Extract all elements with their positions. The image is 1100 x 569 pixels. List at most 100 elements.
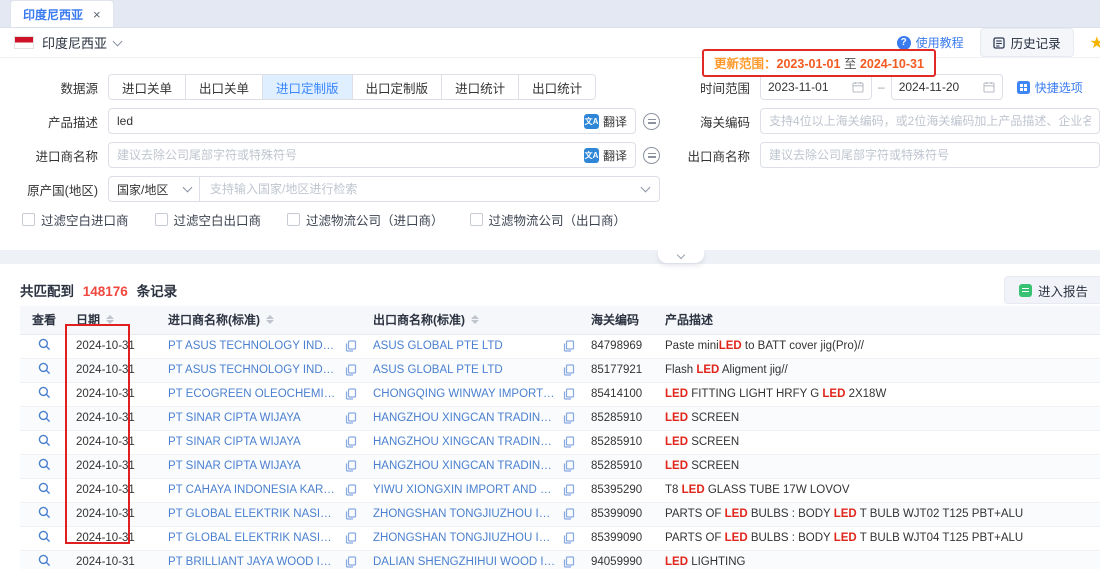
- column-header-3[interactable]: 出口商名称(标准): [365, 306, 583, 334]
- datasource-tab-4[interactable]: 进口统计: [442, 75, 519, 99]
- filter-checkbox-1[interactable]: 过滤空白出口商: [155, 210, 262, 229]
- copy-icon[interactable]: [563, 412, 575, 424]
- origin-search-input[interactable]: [210, 182, 642, 196]
- exporter-link[interactable]: ZHONGSHAN TONGJIUZHOU INTERNA...: [373, 532, 557, 544]
- view-cell[interactable]: [20, 454, 68, 478]
- filter-checkbox-3[interactable]: 过滤物流公司（出口商）: [470, 210, 627, 229]
- favorite-icon[interactable]: ★: [1090, 33, 1100, 53]
- close-icon[interactable]: ×: [93, 8, 101, 21]
- copy-icon[interactable]: [563, 508, 575, 520]
- exporter-link[interactable]: ASUS GLOBAL PTE LTD: [373, 340, 557, 352]
- exporter-link[interactable]: ASUS GLOBAL PTE LTD: [373, 364, 557, 376]
- copy-icon[interactable]: [563, 364, 575, 376]
- sort-icon[interactable]: [106, 315, 114, 324]
- translate-button[interactable]: 文A 翻译: [584, 113, 627, 130]
- importer-link[interactable]: PT ASUS TECHNOLOGY INDONESIA BA...: [168, 364, 339, 376]
- column-header-2[interactable]: 进口商名称(标准): [160, 306, 365, 334]
- view-cell[interactable]: [20, 526, 68, 550]
- importer-link[interactable]: PT SINAR CIPTA WIJAYA: [168, 412, 339, 424]
- origin-type-select[interactable]: 国家/地区: [108, 176, 200, 202]
- copy-icon[interactable]: [345, 388, 357, 400]
- translate-button[interactable]: 文A 翻译: [584, 147, 627, 164]
- copy-icon[interactable]: [345, 412, 357, 424]
- view-cell[interactable]: [20, 502, 68, 526]
- copy-icon[interactable]: [563, 484, 575, 496]
- quick-options-button[interactable]: 快捷选项: [1017, 79, 1083, 96]
- importer-link[interactable]: PT GLOBAL ELEKTRIK NASIONAL: [168, 532, 339, 544]
- datasource-tab-2[interactable]: 进口定制版: [263, 75, 353, 99]
- view-cell[interactable]: [20, 430, 68, 454]
- hs-code-input[interactable]: [769, 114, 1091, 128]
- datasource-tab-1[interactable]: 出口关单: [186, 75, 263, 99]
- importer-link[interactable]: PT BRILLIANT JAYA WOOD INDUSTRY: [168, 556, 339, 568]
- history-button[interactable]: 历史记录: [980, 28, 1074, 57]
- importer-link[interactable]: PT SINAR CIPTA WIJAYA: [168, 460, 339, 472]
- copy-icon[interactable]: [563, 460, 575, 472]
- copy-icon[interactable]: [563, 388, 575, 400]
- checkbox-icon[interactable]: [287, 213, 300, 226]
- copy-icon[interactable]: [345, 436, 357, 448]
- exporter-link[interactable]: DALIAN SHENGZHIHUI WOOD INDUST...: [373, 556, 557, 568]
- checkbox-icon[interactable]: [155, 213, 168, 226]
- date-to-input[interactable]: 2024-11-20: [891, 74, 1003, 100]
- exporter-link[interactable]: HANGZHOU XINGCAN TRADING CO LTD: [373, 412, 557, 424]
- date-from-input[interactable]: 2023-11-01: [760, 74, 872, 100]
- product-desc-input[interactable]: [117, 114, 584, 128]
- collapse-panel-tab[interactable]: [658, 250, 704, 263]
- datasource-tab-3[interactable]: 出口定制版: [353, 75, 443, 99]
- filter-checkbox-2[interactable]: 过滤物流公司（进口商）: [287, 210, 444, 229]
- sort-icon[interactable]: [471, 315, 479, 324]
- copy-icon[interactable]: [345, 340, 357, 352]
- copy-icon[interactable]: [345, 532, 357, 544]
- copy-icon[interactable]: [563, 436, 575, 448]
- copy-icon[interactable]: [345, 484, 357, 496]
- view-cell[interactable]: [20, 358, 68, 382]
- sort-icon[interactable]: [266, 315, 274, 324]
- filter-checkbox-0[interactable]: 过滤空白进口商: [22, 210, 129, 229]
- view-magnifier-icon[interactable]: [38, 410, 51, 423]
- view-cell[interactable]: [20, 406, 68, 430]
- view-magnifier-icon[interactable]: [38, 530, 51, 543]
- view-cell[interactable]: [20, 382, 68, 406]
- exporter-link[interactable]: HANGZHOU XINGCAN TRADING CO LTD: [373, 460, 557, 472]
- datasource-tab-5[interactable]: 出口统计: [519, 75, 595, 99]
- view-magnifier-icon[interactable]: [38, 386, 51, 399]
- enter-report-button[interactable]: 进入报告: [1004, 276, 1100, 304]
- country-selector[interactable]: 印度尼西亚: [42, 33, 121, 52]
- column-header-1[interactable]: 日期: [68, 306, 160, 334]
- view-magnifier-icon[interactable]: [38, 338, 51, 351]
- view-magnifier-icon[interactable]: [38, 458, 51, 471]
- copy-icon[interactable]: [345, 364, 357, 376]
- view-cell[interactable]: [20, 478, 68, 502]
- view-magnifier-icon[interactable]: [38, 362, 51, 375]
- importer-input[interactable]: [117, 148, 584, 162]
- exporter-link[interactable]: YIWU XIONGXIN IMPORT AND EXPORT...: [373, 484, 557, 496]
- checkbox-icon[interactable]: [22, 213, 35, 226]
- exporter-link[interactable]: CHONGQING WINWAY IMPORT AND E...: [373, 388, 557, 400]
- copy-icon[interactable]: [563, 532, 575, 544]
- copy-icon[interactable]: [563, 556, 575, 568]
- copy-icon[interactable]: [563, 340, 575, 352]
- circle-equal-icon[interactable]: [643, 147, 660, 164]
- tab-indonesia[interactable]: 印度尼西亚 ×: [10, 0, 114, 27]
- importer-link[interactable]: PT CAHAYA INDONESIA KARGO: [168, 484, 339, 496]
- importer-link[interactable]: PT GLOBAL ELEKTRIK NASIONAL: [168, 508, 339, 520]
- importer-link[interactable]: PT ASUS TECHNOLOGY INDONESIA BA...: [168, 340, 339, 352]
- view-magnifier-icon[interactable]: [38, 434, 51, 447]
- view-magnifier-icon[interactable]: [38, 554, 51, 567]
- view-cell[interactable]: [20, 550, 68, 569]
- exporter-link[interactable]: HANGZHOU XINGCAN TRADING CO LTD: [373, 436, 557, 448]
- importer-link[interactable]: PT SINAR CIPTA WIJAYA: [168, 436, 339, 448]
- view-magnifier-icon[interactable]: [38, 506, 51, 519]
- view-cell[interactable]: [20, 334, 68, 358]
- exporter-input[interactable]: [769, 148, 1091, 162]
- copy-icon[interactable]: [345, 556, 357, 568]
- exporter-link[interactable]: ZHONGSHAN TONGJIUZHOU INTERNA...: [373, 508, 557, 520]
- copy-icon[interactable]: [345, 460, 357, 472]
- checkbox-icon[interactable]: [470, 213, 483, 226]
- datasource-tab-0[interactable]: 进口关单: [109, 75, 186, 99]
- importer-link[interactable]: PT ECOGREEN OLEOCHEMICALS: [168, 388, 339, 400]
- copy-icon[interactable]: [345, 508, 357, 520]
- circle-equal-icon[interactable]: [643, 113, 660, 130]
- view-magnifier-icon[interactable]: [38, 482, 51, 495]
